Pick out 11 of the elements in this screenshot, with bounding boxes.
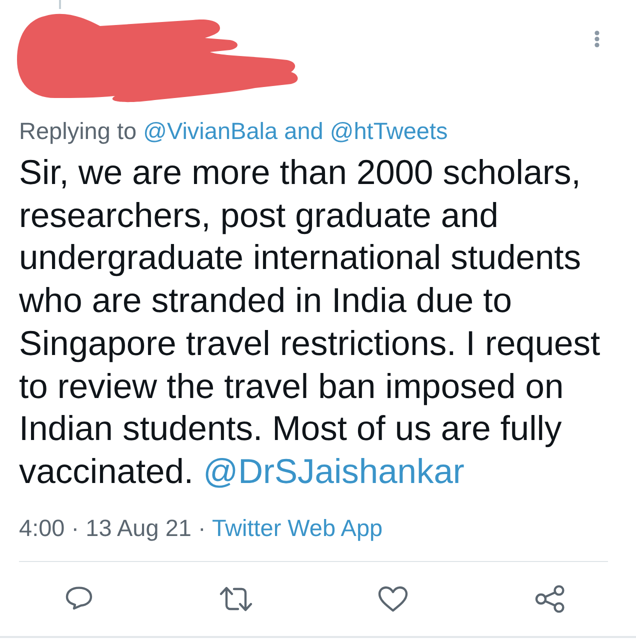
share-icon[interactable] bbox=[534, 584, 564, 613]
heart-icon[interactable] bbox=[378, 586, 408, 612]
mention-link[interactable]: @DrSJaishankar bbox=[203, 452, 464, 491]
tweet-timestamp: 4:00 · 13 Aug 21 · Twitter Web App bbox=[19, 514, 384, 543]
more-icon[interactable] bbox=[594, 30, 600, 48]
replying-to-text: Replying to @VivianBala and @htTweets bbox=[19, 117, 449, 146]
tweet-text: Sir, we are more than 2000 scholars, researchers, post graduate and undergraduate international students who are stranded in India due to Singapore travel restrictions. I request to review the travel ban imposed on Indian students. Most of us are fully vaccinated. @DrSJaishankar bbox=[19, 153, 602, 493]
retweet-icon[interactable] bbox=[218, 586, 252, 612]
mention-link[interactable]: @VivianBala bbox=[143, 118, 278, 144]
mention-link[interactable]: @htTweets bbox=[330, 118, 448, 144]
source-link[interactable]: Twitter Web App bbox=[212, 514, 383, 541]
